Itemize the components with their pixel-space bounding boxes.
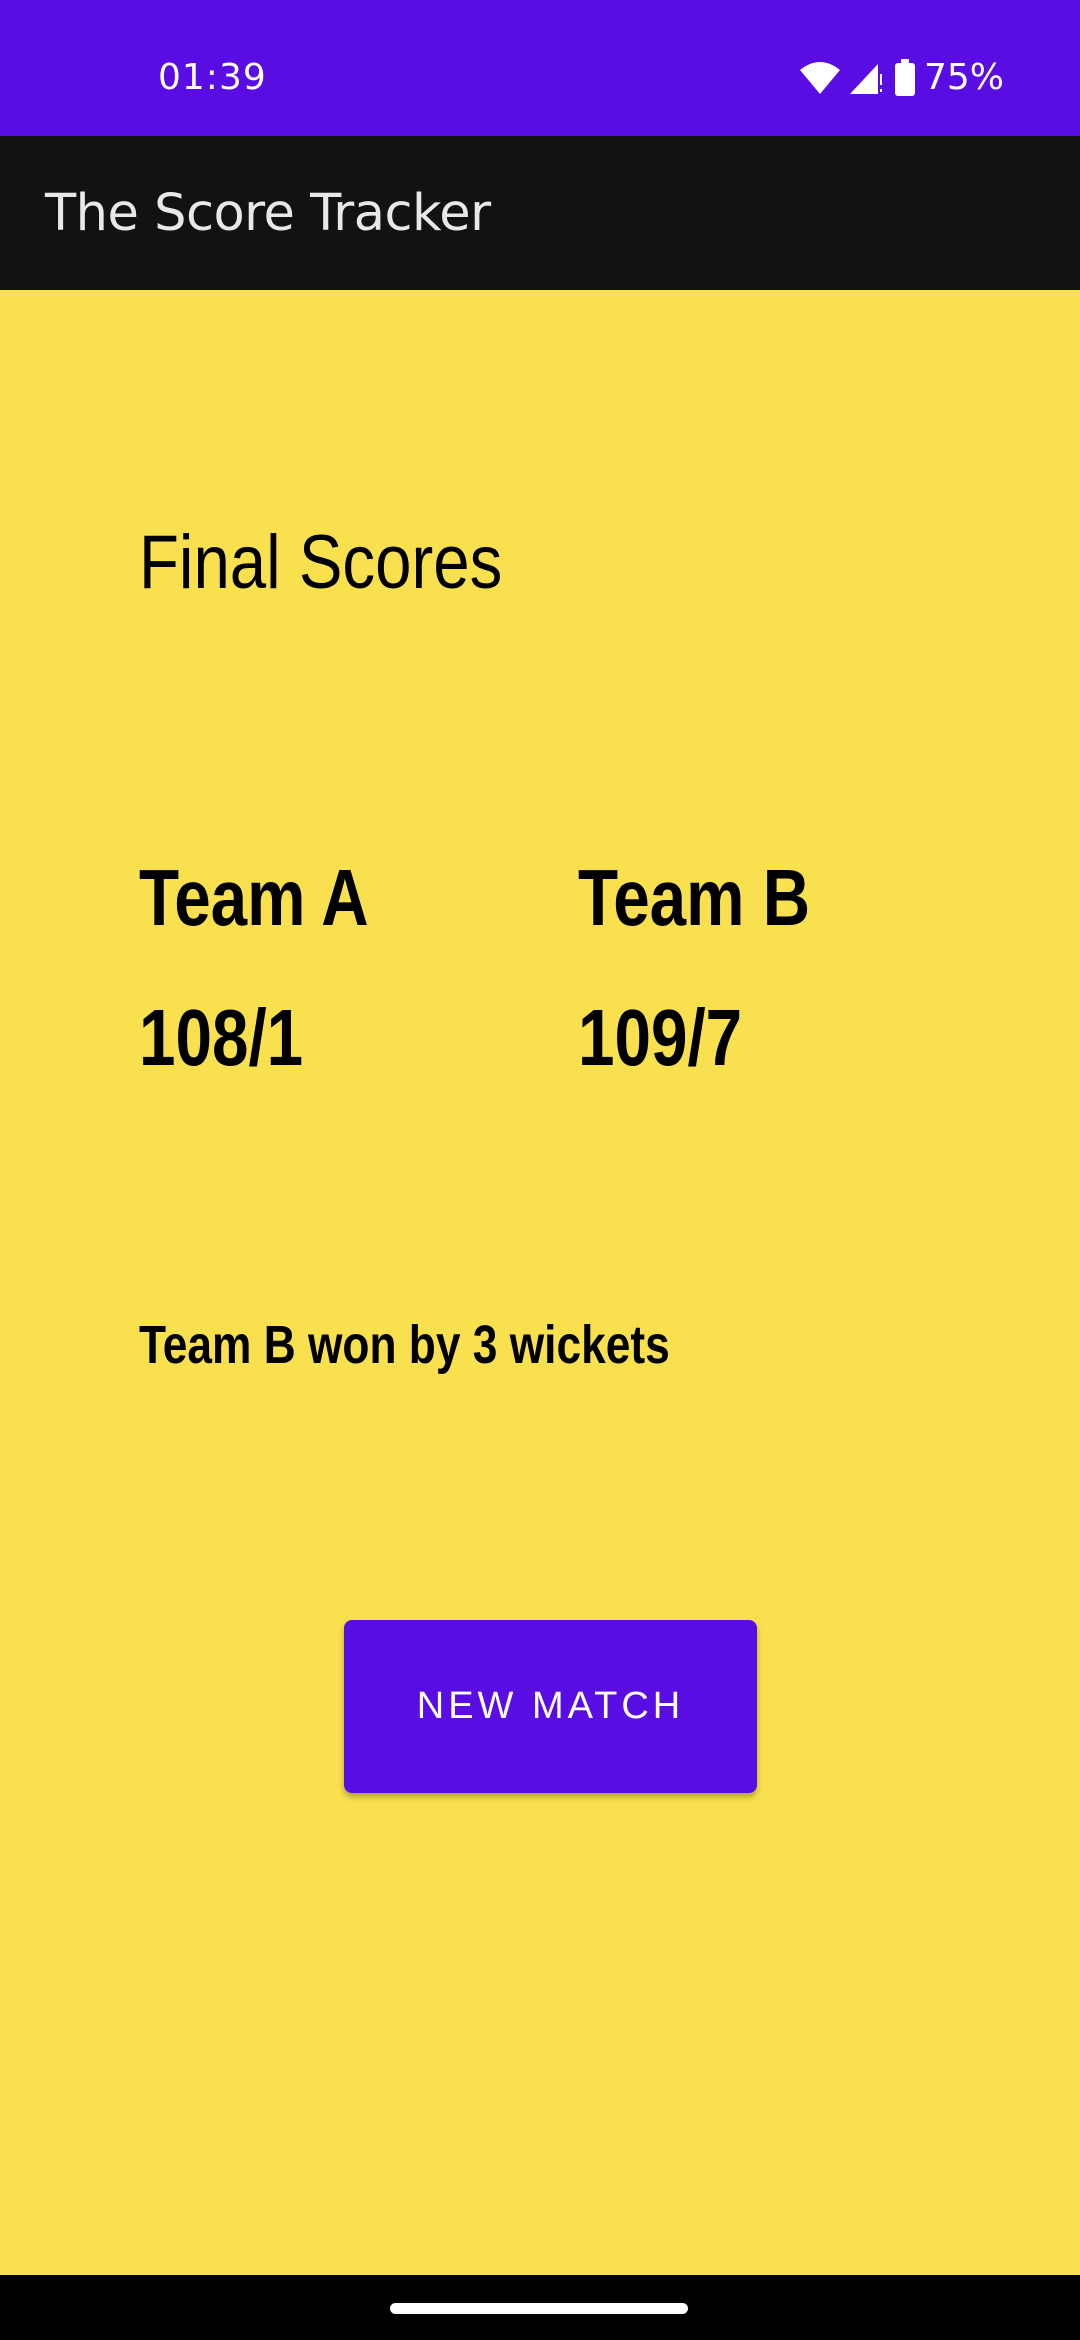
battery-icon [894,59,916,97]
wifi-icon [798,60,842,96]
page-title: Final Scores [139,520,503,605]
status-icons: 75% [798,56,1004,100]
new-match-button[interactable]: NEW MATCH [344,1620,757,1793]
team-b-score: 109/7 [578,993,743,1082]
team-a-name: Team A [139,853,369,942]
app-bar: The Score Tracker [0,136,1080,290]
home-indicator[interactable] [390,2303,688,2314]
team-a-score: 108/1 [139,993,304,1082]
navigation-bar [0,2275,1080,2340]
signal-icon [848,60,884,96]
match-result: Team B won by 3 wickets [139,1315,670,1375]
team-b-column: Team B 109/7 [578,850,978,1086]
app-title: The Score Tracker [45,183,491,243]
main-content: Final Scores Team A 108/1 Team B 109/7 T… [0,290,1080,2275]
status-time: 01:39 [158,57,267,98]
team-b-name: Team B [578,853,811,942]
team-a-column: Team A 108/1 [139,850,539,1086]
battery-percent: 75% [923,57,1004,98]
status-bar: 01:39 75% [0,0,1080,136]
